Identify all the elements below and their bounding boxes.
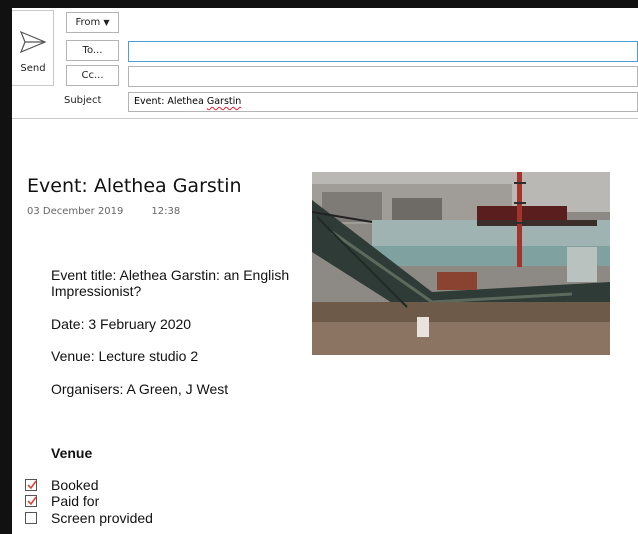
window-frame-left xyxy=(0,0,12,534)
checkmark-icon xyxy=(27,496,37,505)
date-line: Date: 3 February 2020 xyxy=(51,316,192,332)
event-title-heading: Event: Alethea Garstin xyxy=(27,175,242,197)
to-button[interactable]: To... xyxy=(66,40,119,61)
send-button[interactable]: Send xyxy=(12,10,54,86)
send-label: Send xyxy=(20,63,46,74)
venue-heading: Venue xyxy=(51,445,93,461)
event-title-line-1: Event title: Alethea Garstin: an English xyxy=(51,267,290,283)
subject-field[interactable]: Event: Alethea Garstin xyxy=(128,92,638,112)
chevron-down-icon: ▼ xyxy=(103,18,110,27)
venue-line: Venue: Lecture studio 2 xyxy=(51,348,199,364)
send-icon xyxy=(20,31,46,53)
cc-field[interactable] xyxy=(128,66,638,87)
cc-button[interactable]: Cc... xyxy=(66,65,119,86)
event-title-line: Event title: Alethea Garstin: an English… xyxy=(51,267,289,299)
checklist-item-paid[interactable]: Paid for xyxy=(25,492,100,509)
from-button[interactable]: From ▼ xyxy=(66,12,119,33)
subject-text: Event: Alethea xyxy=(134,96,207,107)
compose-header: Send From ▼ To... Cc... Subject Event: A… xyxy=(12,8,638,119)
checkbox-checked[interactable] xyxy=(25,494,37,507)
checkbox-checked[interactable] xyxy=(25,478,37,491)
event-title-line-2: Impressionist? xyxy=(51,283,142,299)
to-field[interactable] xyxy=(128,41,638,62)
event-date: 03 December 2019 xyxy=(27,206,124,217)
subject-misspelled-word: Garstin xyxy=(206,96,242,107)
checklist-item-screen[interactable]: Screen provided xyxy=(25,509,153,526)
message-body[interactable]: Event: Alethea Garstin 03 December 2019 1… xyxy=(12,119,638,534)
event-time: 12:38 xyxy=(151,206,181,217)
checkmark-icon xyxy=(27,480,37,489)
checklist-item-booked[interactable]: Booked xyxy=(25,476,99,493)
event-timestamp: 03 December 2019 12:38 xyxy=(27,206,208,217)
checklist-label: Paid for xyxy=(51,492,100,509)
from-label: From xyxy=(75,17,101,28)
window-frame-top xyxy=(0,0,638,8)
subject-label: Subject xyxy=(64,95,102,106)
checklist-label: Booked xyxy=(51,476,99,493)
checklist-label: Screen provided xyxy=(51,509,153,526)
organisers-line: Organisers: A Green, J West xyxy=(51,381,229,397)
harbour-painting-image xyxy=(312,172,610,355)
checkbox-unchecked[interactable] xyxy=(25,511,37,524)
